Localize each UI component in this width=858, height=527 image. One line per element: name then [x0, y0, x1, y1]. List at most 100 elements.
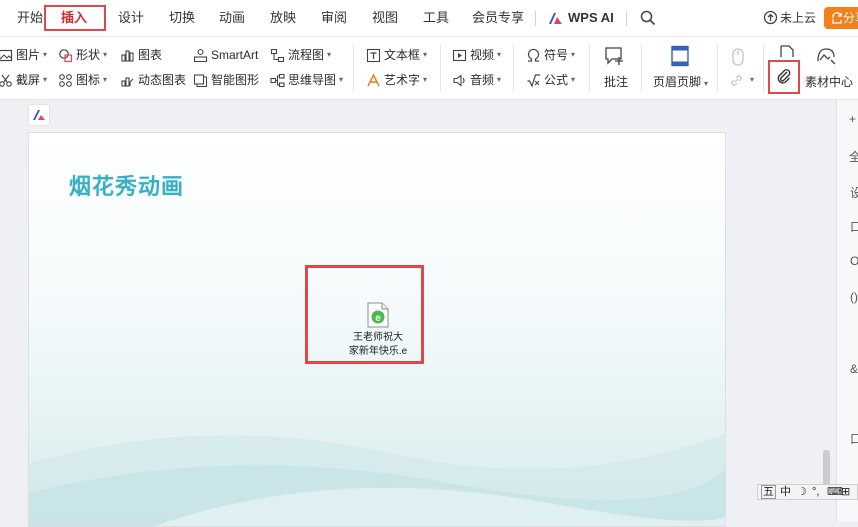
symbol-label: 符号	[544, 48, 569, 62]
chevron-down-icon: ▾	[423, 75, 428, 84]
chevron-down-icon: ▾	[423, 50, 428, 59]
flowchart-button[interactable]: 流程图 ▾	[270, 45, 331, 65]
chevron-down-icon: ▾	[571, 75, 576, 84]
menu-divider	[626, 11, 627, 26]
header-footer-label: 页眉页脚	[653, 75, 702, 89]
shape-icon	[58, 48, 73, 63]
header-footer-icon[interactable]	[669, 45, 691, 67]
panel-tool-icon[interactable]: &	[850, 362, 858, 376]
panel-tool-icon[interactable]: O	[850, 254, 858, 268]
chevron-down-icon: ▾	[704, 79, 709, 88]
hyperlink-button[interactable]: ▾	[729, 70, 754, 90]
menu-bar: 开始 插入 设计 切换 动画 放映 审阅 视图 工具 会员专享 WPS AI 未…	[0, 0, 858, 37]
slide-title[interactable]: 烟花秀动画	[69, 169, 184, 201]
menu-member[interactable]: 会员专享	[472, 0, 524, 36]
panel-tool-icon[interactable]: ()	[850, 290, 858, 304]
embedded-object-label[interactable]: 王老师祝大 家新年快乐.e	[343, 331, 413, 359]
wordart-icon	[366, 72, 381, 88]
search-icon[interactable]	[640, 10, 656, 29]
smartart-button[interactable]: SmartArt	[193, 45, 258, 65]
menu-review[interactable]: 审阅	[321, 0, 347, 36]
icon-library-label: 图标	[76, 73, 101, 87]
upload-status-label: 未上云	[780, 11, 817, 25]
ime-wubi-icon[interactable]: 五	[761, 485, 776, 499]
link-icon	[729, 73, 744, 88]
header-footer-button[interactable]: 页眉页脚 ▾	[653, 73, 708, 90]
cloud-upload-button[interactable]: 未上云	[763, 0, 816, 36]
material-center-label[interactable]: 素材中心	[805, 73, 853, 90]
smartart-label: SmartArt	[211, 48, 259, 62]
menu-start[interactable]: 开始	[17, 0, 43, 36]
dynamic-chart-button[interactable]: 动态图表	[120, 70, 186, 90]
panel-tool-icon[interactable]: 口	[850, 430, 858, 447]
panel-tool-icon[interactable]: 全	[849, 148, 858, 165]
wps-ai-float-button[interactable]	[28, 104, 50, 126]
chevron-down-icon: ▾	[497, 50, 502, 59]
exe-file-icon[interactable]: e	[367, 302, 389, 328]
audio-button[interactable]: 音频 ▾	[452, 70, 501, 90]
cloud-upload-icon	[763, 3, 778, 39]
picture-icon	[0, 48, 13, 63]
screenshot-label: 截屏	[16, 73, 41, 87]
mindmap-button[interactable]: 思维导图 ▾	[270, 70, 343, 90]
shape-label: 形状	[76, 48, 101, 62]
screenshot-button[interactable]: 截屏 ▾	[0, 70, 47, 90]
menu-slideshow[interactable]: 放映	[270, 0, 296, 36]
symbol-button[interactable]: 符号 ▾	[526, 45, 575, 65]
wordart-label: 艺术字	[384, 73, 421, 87]
ime-punctuation-icon[interactable]: °,	[812, 485, 819, 499]
ribbon-divider	[513, 45, 514, 91]
panel-tool-icon[interactable]: 口	[850, 218, 858, 235]
chevron-down-icon: ▾	[103, 50, 108, 59]
wps-ai-button[interactable]: WPS AI	[548, 0, 614, 36]
speaker-icon	[452, 73, 467, 88]
menu-animation[interactable]: 动画	[219, 0, 245, 36]
bar-chart-icon	[120, 48, 135, 63]
ime-toolbox-icon[interactable]: ⊞	[841, 485, 850, 499]
picture-button[interactable]: 图片 ▾	[0, 45, 47, 65]
share-button[interactable]: 分享	[824, 7, 858, 29]
menu-tools[interactable]: 工具	[423, 0, 449, 36]
input-method-toolbar[interactable]: 五 中 ☽ °, ⌨ ⊞	[757, 484, 858, 500]
chevron-down-icon: ▾	[750, 75, 755, 84]
smart-graphic-button[interactable]: 智能图形	[193, 70, 259, 90]
shape-button[interactable]: 形状 ▾	[58, 45, 107, 65]
chevron-down-icon: ▾	[327, 50, 332, 59]
wps-ai-label: WPS AI	[568, 10, 614, 25]
panel-tool-icon[interactable]: 设	[850, 184, 858, 201]
audio-label: 音频	[470, 73, 495, 87]
panel-tool-icon[interactable]: +	[849, 112, 856, 126]
material-center-icon[interactable]	[815, 45, 837, 67]
video-label: 视频	[470, 48, 495, 62]
comment-icon[interactable]	[604, 45, 626, 67]
formula-button[interactable]: 公式 ▾	[526, 70, 575, 90]
video-button[interactable]: 视频 ▾	[452, 45, 501, 65]
chevron-down-icon: ▾	[571, 50, 576, 59]
chevron-down-icon: ▾	[43, 75, 48, 84]
wordart-button[interactable]: 艺术字 ▾	[366, 70, 427, 90]
chevron-down-icon: ▾	[339, 75, 344, 84]
icon-library-button[interactable]: 图标 ▾	[58, 70, 107, 90]
menu-view[interactable]: 视图	[372, 0, 398, 36]
chart-label: 图表	[138, 48, 163, 62]
flowchart-label: 流程图	[288, 48, 325, 62]
flowchart-icon	[270, 48, 285, 63]
paperclip-icon[interactable]	[775, 67, 793, 85]
ribbon-divider	[763, 45, 764, 91]
ribbon-divider	[440, 45, 441, 91]
ime-chinese-mode[interactable]: 中	[780, 485, 791, 499]
menu-insert[interactable]: 插入	[61, 0, 87, 36]
ime-halfwidth-icon[interactable]: ☽	[797, 485, 807, 499]
menu-transition[interactable]: 切换	[169, 0, 195, 36]
share-label: 分享	[843, 11, 858, 25]
chevron-down-icon: ▾	[497, 75, 502, 84]
omega-icon	[526, 48, 541, 63]
chart-button[interactable]: 图表	[120, 45, 162, 65]
menu-design[interactable]: 设计	[118, 0, 144, 36]
textbox-label: 文本框	[384, 48, 421, 62]
comment-label[interactable]: 批注	[604, 73, 628, 90]
textbox-button[interactable]: 文本框 ▾	[366, 45, 427, 65]
ribbon-divider	[641, 45, 642, 91]
object-label-line-2: 家新年快乐.e	[348, 346, 408, 357]
formula-icon	[526, 73, 541, 88]
